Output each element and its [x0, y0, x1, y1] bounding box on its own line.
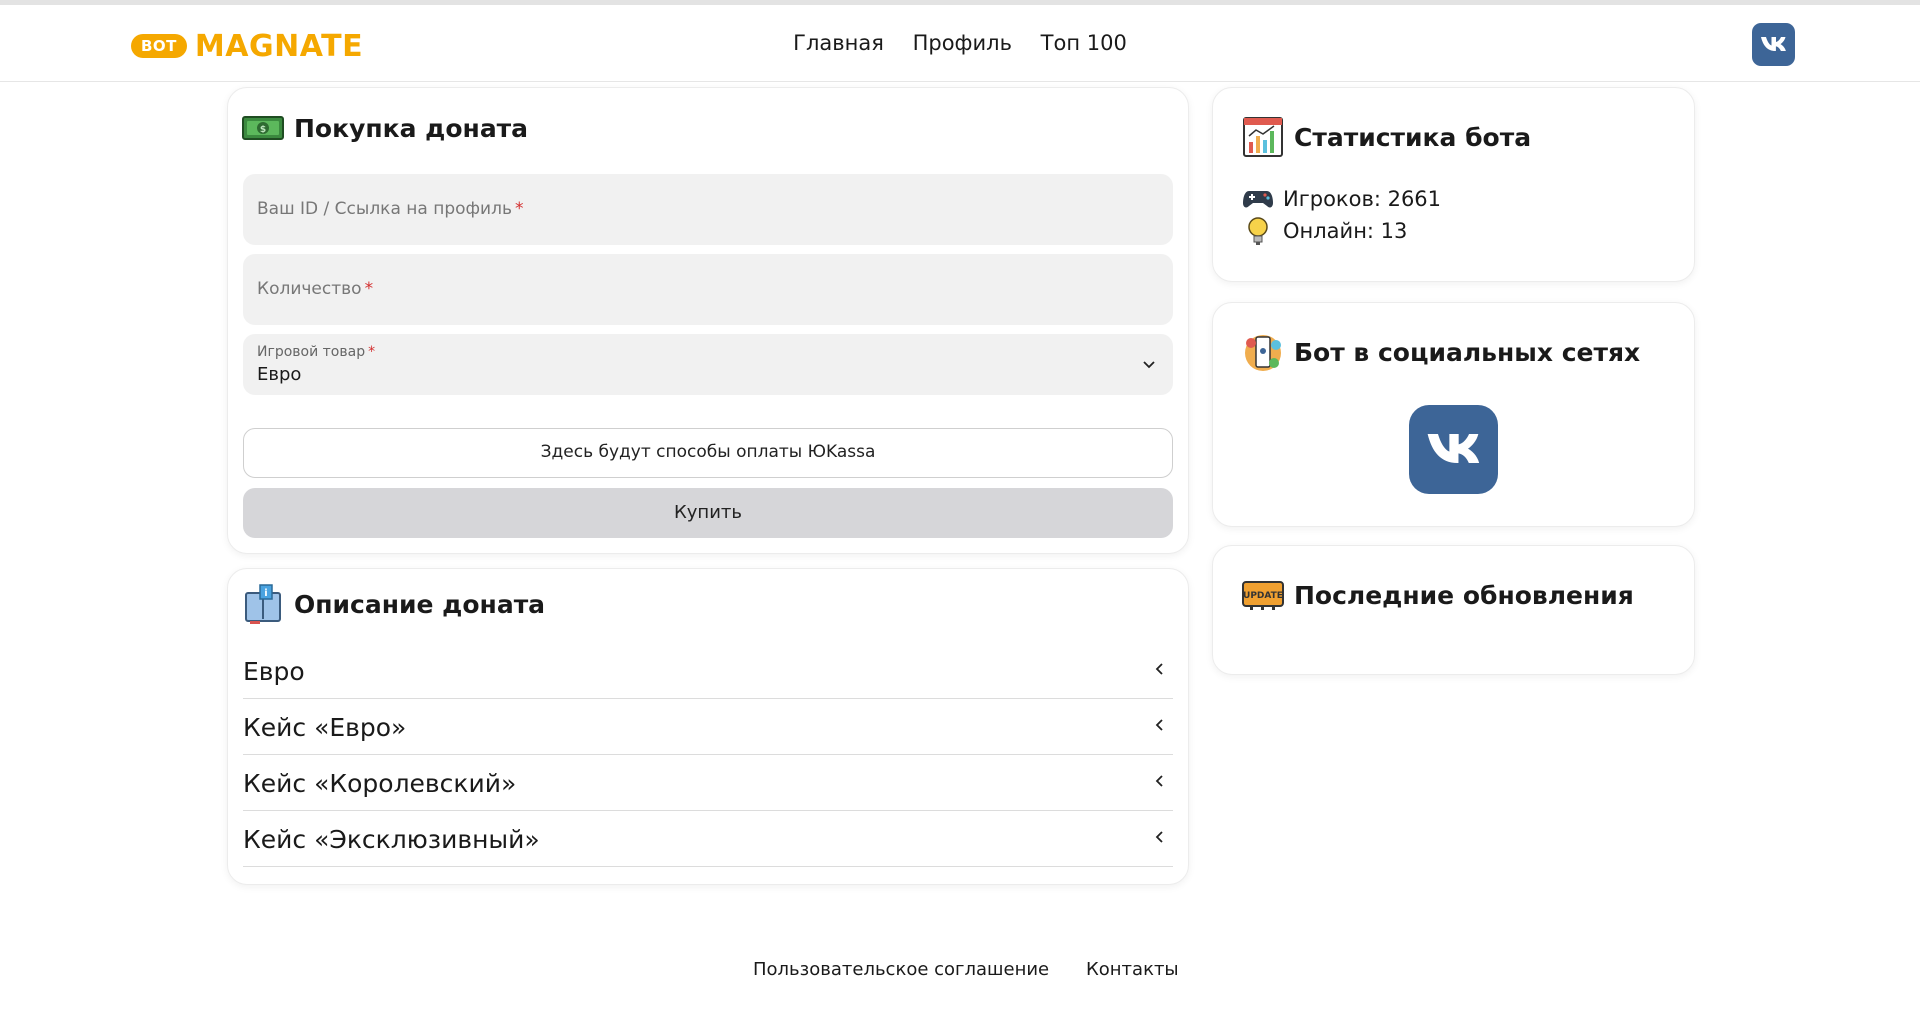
- stats-title: Статистика бота: [1242, 116, 1531, 158]
- accordion-item-title: Кейс «Королевский»: [243, 769, 517, 798]
- description-title-text: Описание доната: [294, 589, 546, 619]
- stats-title-text: Статистика бота: [1294, 122, 1532, 152]
- product-select[interactable]: Игровой товар * Евро: [243, 334, 1173, 395]
- purchase-card: $ Покупка доната Ваш ID / Ссылка на проф…: [227, 87, 1189, 554]
- accordion-item[interactable]: Евро: [243, 643, 1173, 699]
- required-mark: *: [364, 279, 374, 299]
- social-title-text: Бот в социальных сетях: [1294, 337, 1641, 367]
- amount-input[interactable]: Количество *: [243, 254, 1173, 325]
- stats-card: Статистика бота Игроков: 2661 Онлайн: 13: [1212, 87, 1695, 282]
- required-mark: *: [514, 199, 524, 219]
- payment-methods-placeholder: Здесь будут способы оплаты ЮKassa: [243, 428, 1173, 478]
- accordion-item-title: Кейс «Эксклюзивный»: [243, 825, 540, 854]
- profile-id-placeholder: Ваш ID / Ссылка на профиль *: [257, 199, 524, 219]
- svg-text:i: i: [264, 588, 267, 599]
- buy-button[interactable]: Купить: [243, 488, 1173, 538]
- purchase-title-text: Покупка доната: [294, 113, 529, 143]
- accordion-item-title: Евро: [243, 657, 305, 686]
- update-icon: UPDATE: [1242, 574, 1284, 616]
- purchase-title: $ Покупка доната: [242, 107, 528, 149]
- svg-text:$: $: [260, 125, 266, 135]
- profile-id-input[interactable]: Ваш ID / Ссылка на профиль *: [243, 174, 1173, 245]
- players-count: Игроков: 2661: [1283, 187, 1442, 211]
- accordion-item[interactable]: Кейс «Эксклюзивный»: [243, 811, 1173, 867]
- info-book-icon: i: [242, 583, 284, 625]
- chevron-left-icon: [1149, 827, 1169, 847]
- chevron-left-icon: [1149, 715, 1169, 735]
- lightbulb-icon: [1242, 216, 1274, 246]
- product-select-label: Игровой товар *: [257, 344, 376, 360]
- accordion-item[interactable]: Кейс «Евро»: [243, 699, 1173, 755]
- main-nav: Главная Профиль Топ 100: [0, 31, 1920, 55]
- description-title: i Описание доната: [242, 583, 545, 625]
- chevron-left-icon: [1149, 771, 1169, 791]
- nav-top-100[interactable]: Топ 100: [1041, 31, 1127, 55]
- product-select-value: Евро: [257, 364, 302, 385]
- site-header: BOT MAGNATE Главная Профиль Топ 100: [0, 5, 1920, 82]
- amount-placeholder: Количество *: [257, 279, 374, 299]
- vk-icon[interactable]: [1752, 23, 1795, 66]
- gamepad-icon: [1242, 184, 1274, 214]
- statistics-icon: [1242, 116, 1284, 158]
- required-mark: *: [368, 344, 376, 360]
- chevron-down-icon: [1139, 354, 1159, 374]
- accordion-item-title: Кейс «Евро»: [243, 713, 407, 742]
- online-count: Онлайн: 13: [1283, 219, 1408, 243]
- footer-agreement-link[interactable]: Пользовательское соглашение: [753, 959, 1049, 980]
- social-card: Бот в социальных сетях: [1212, 302, 1695, 527]
- updates-title-text: Последние обновления: [1294, 580, 1634, 610]
- updates-card: UPDATE Последние обновления: [1212, 545, 1695, 675]
- online-stat: Онлайн: 13: [1242, 216, 1407, 246]
- social-network-icon: [1242, 331, 1284, 373]
- description-card: i Описание доната Евро Кейс «Евро» Кейс …: [227, 568, 1189, 885]
- players-stat: Игроков: 2661: [1242, 184, 1441, 214]
- money-icon: $: [242, 107, 284, 149]
- chevron-left-icon: [1149, 659, 1169, 679]
- footer-contacts-link[interactable]: Контакты: [1086, 959, 1179, 980]
- accordion-item[interactable]: Кейс «Королевский»: [243, 755, 1173, 811]
- vk-icon[interactable]: [1409, 405, 1498, 494]
- nav-home[interactable]: Главная: [793, 31, 884, 55]
- nav-profile[interactable]: Профиль: [913, 31, 1012, 55]
- social-title: Бот в социальных сетях: [1242, 331, 1640, 373]
- svg-text:UPDATE: UPDATE: [1243, 591, 1283, 601]
- updates-title: UPDATE Последние обновления: [1242, 574, 1634, 616]
